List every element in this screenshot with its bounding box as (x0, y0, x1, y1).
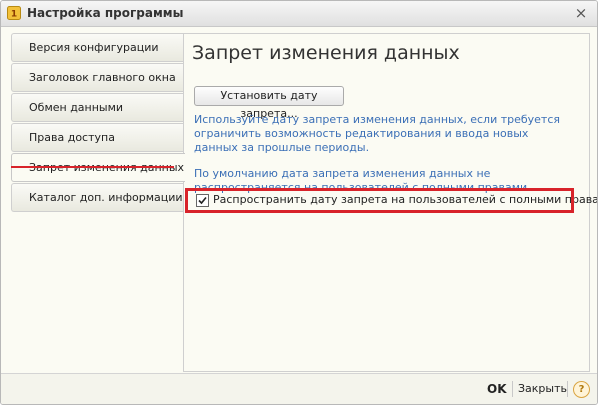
window-close-icon[interactable]: × (573, 5, 589, 21)
sidebar-item-label: Каталог доп. информации (29, 191, 183, 204)
svg-text:1: 1 (11, 10, 17, 20)
sidebar-item-main-window-title[interactable]: Заголовок главного окна (11, 63, 183, 92)
sidebar-item-label: Права доступа (29, 131, 115, 144)
footer-divider (567, 381, 568, 397)
full-rights-checkbox-row[interactable]: Распространить дату запрета на пользоват… (192, 191, 597, 209)
close-button[interactable]: Закрыть (518, 382, 567, 395)
sidebar-item-config-version[interactable]: Версия конфигурации (11, 33, 183, 62)
sidebar-item-label: Версия конфигурации (29, 41, 159, 54)
full-rights-checkbox-label[interactable]: Распространить дату запрета на пользоват… (213, 193, 597, 206)
set-prohibition-date-button[interactable]: Установить дату запрета... (194, 86, 344, 120)
ok-button[interactable]: OK (487, 382, 507, 396)
help-icon[interactable]: ? (573, 381, 590, 398)
settings-window: 1 Настройка программы × Версия конфигура… (0, 0, 598, 405)
app-1c-icon: 1 (7, 6, 21, 20)
settings-sidebar: Версия конфигурации Заголовок главного о… (11, 33, 185, 213)
page-title: Запрет изменения данных (192, 42, 460, 64)
sidebar-item-label: Заголовок главного окна (29, 71, 176, 84)
footer-divider (512, 381, 513, 397)
sidebar-item-label: Обмен данными (29, 101, 124, 114)
full-rights-checkbox[interactable] (196, 194, 209, 207)
dialog-footer: OK Закрыть ? (1, 373, 597, 404)
settings-panel: Запрет изменения данных Установить дату … (183, 33, 597, 372)
sidebar-item-access-rights[interactable]: Права доступа (11, 123, 183, 152)
active-item-red-underline (11, 166, 174, 168)
hint-text: Используйте дату запрета изменения данны… (194, 113, 561, 154)
sidebar-item-data-exchange[interactable]: Обмен данными (11, 93, 183, 122)
window-title: Настройка программы (27, 6, 184, 20)
title-bar: 1 Настройка программы × (1, 1, 597, 27)
sidebar-item-additional-info-catalog[interactable]: Каталог доп. информации (11, 183, 183, 212)
checkmark-icon (198, 196, 207, 205)
